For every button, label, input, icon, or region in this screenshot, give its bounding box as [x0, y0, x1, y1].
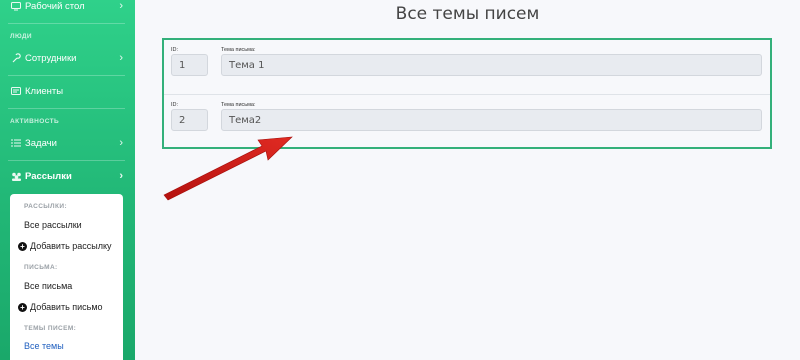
plus-circle-icon: + — [18, 241, 27, 251]
submenu-label-mailings: РАССЫЛКИ: — [24, 203, 68, 210]
divider — [8, 108, 125, 109]
desktop-icon — [10, 0, 22, 12]
sidebar-item-label: Рассылки — [25, 170, 72, 182]
theme-label: Тема письма: — [221, 47, 256, 53]
submenu-item-label: Добавить письмо — [30, 302, 103, 312]
submenu-item-add-letter[interactable]: + Добавить письмо — [18, 302, 103, 312]
sidebar-item-clients[interactable]: Клиенты — [0, 75, 135, 107]
submenu-label-themes: ТЕМЫ ПИСЕМ: — [24, 325, 77, 332]
mailings-submenu: РАССЫЛКИ: Все рассылки + Добавить рассыл… — [10, 194, 123, 360]
submenu-item-all-mailings[interactable]: Все рассылки — [24, 220, 82, 230]
divider — [8, 23, 125, 24]
sidebar-item-desktop[interactable]: Рабочий стол › — [0, 0, 135, 22]
submenu-item-all-letters[interactable]: Все письма — [24, 281, 72, 291]
users-group-icon — [10, 170, 22, 182]
submenu-item-all-themes[interactable]: Все темы — [24, 341, 64, 351]
sidebar-item-label: Рабочий стол — [25, 0, 85, 12]
section-label-people: ЛЮДИ — [10, 33, 33, 40]
sidebar-item-employees[interactable]: Сотрудники › — [0, 42, 135, 74]
id-card-icon — [10, 85, 22, 97]
chevron-right-icon: › — [119, 0, 123, 12]
theme-field[interactable]: Тема 1 — [221, 54, 762, 76]
chevron-right-icon: › — [119, 52, 123, 64]
sidebar-item-label: Клиенты — [25, 85, 64, 97]
theme-row: ID: Тема письма: 1 Тема 1 — [164, 40, 770, 95]
theme-field[interactable]: Тема2 — [221, 109, 762, 131]
themes-panel: ID: Тема письма: 1 Тема 1 ID: Тема письм… — [162, 38, 772, 149]
sidebar-item-tasks[interactable]: Задачи › — [0, 127, 135, 159]
submenu-label-letters: ПИСЬМА: — [24, 264, 58, 271]
id-field[interactable]: 1 — [171, 54, 208, 76]
sidebar: Рабочий стол › ЛЮДИ Сотрудники › Клиенты… — [0, 0, 135, 360]
theme-row: ID: Тема письма: 2 Тема2 — [164, 95, 770, 150]
theme-label: Тема письма: — [221, 102, 256, 108]
submenu-item-add-mailing[interactable]: + Добавить рассылку — [18, 241, 112, 251]
id-label: ID: — [171, 47, 179, 53]
list-icon — [10, 137, 22, 149]
sidebar-item-label: Задачи — [25, 137, 57, 149]
sidebar-item-mailings[interactable]: Рассылки › — [0, 160, 135, 192]
sidebar-item-label: Сотрудники — [25, 52, 77, 64]
chevron-right-icon: › — [119, 170, 123, 182]
wrench-icon — [10, 52, 22, 64]
plus-circle-icon: + — [18, 302, 27, 312]
chevron-right-icon: › — [119, 137, 123, 149]
submenu-item-label: Добавить рассылку — [30, 241, 112, 251]
page-title: Все темы писем — [395, 4, 540, 24]
id-field[interactable]: 2 — [171, 109, 208, 131]
section-label-activity: АКТИВНОСТЬ — [10, 118, 60, 125]
id-label: ID: — [171, 102, 179, 108]
